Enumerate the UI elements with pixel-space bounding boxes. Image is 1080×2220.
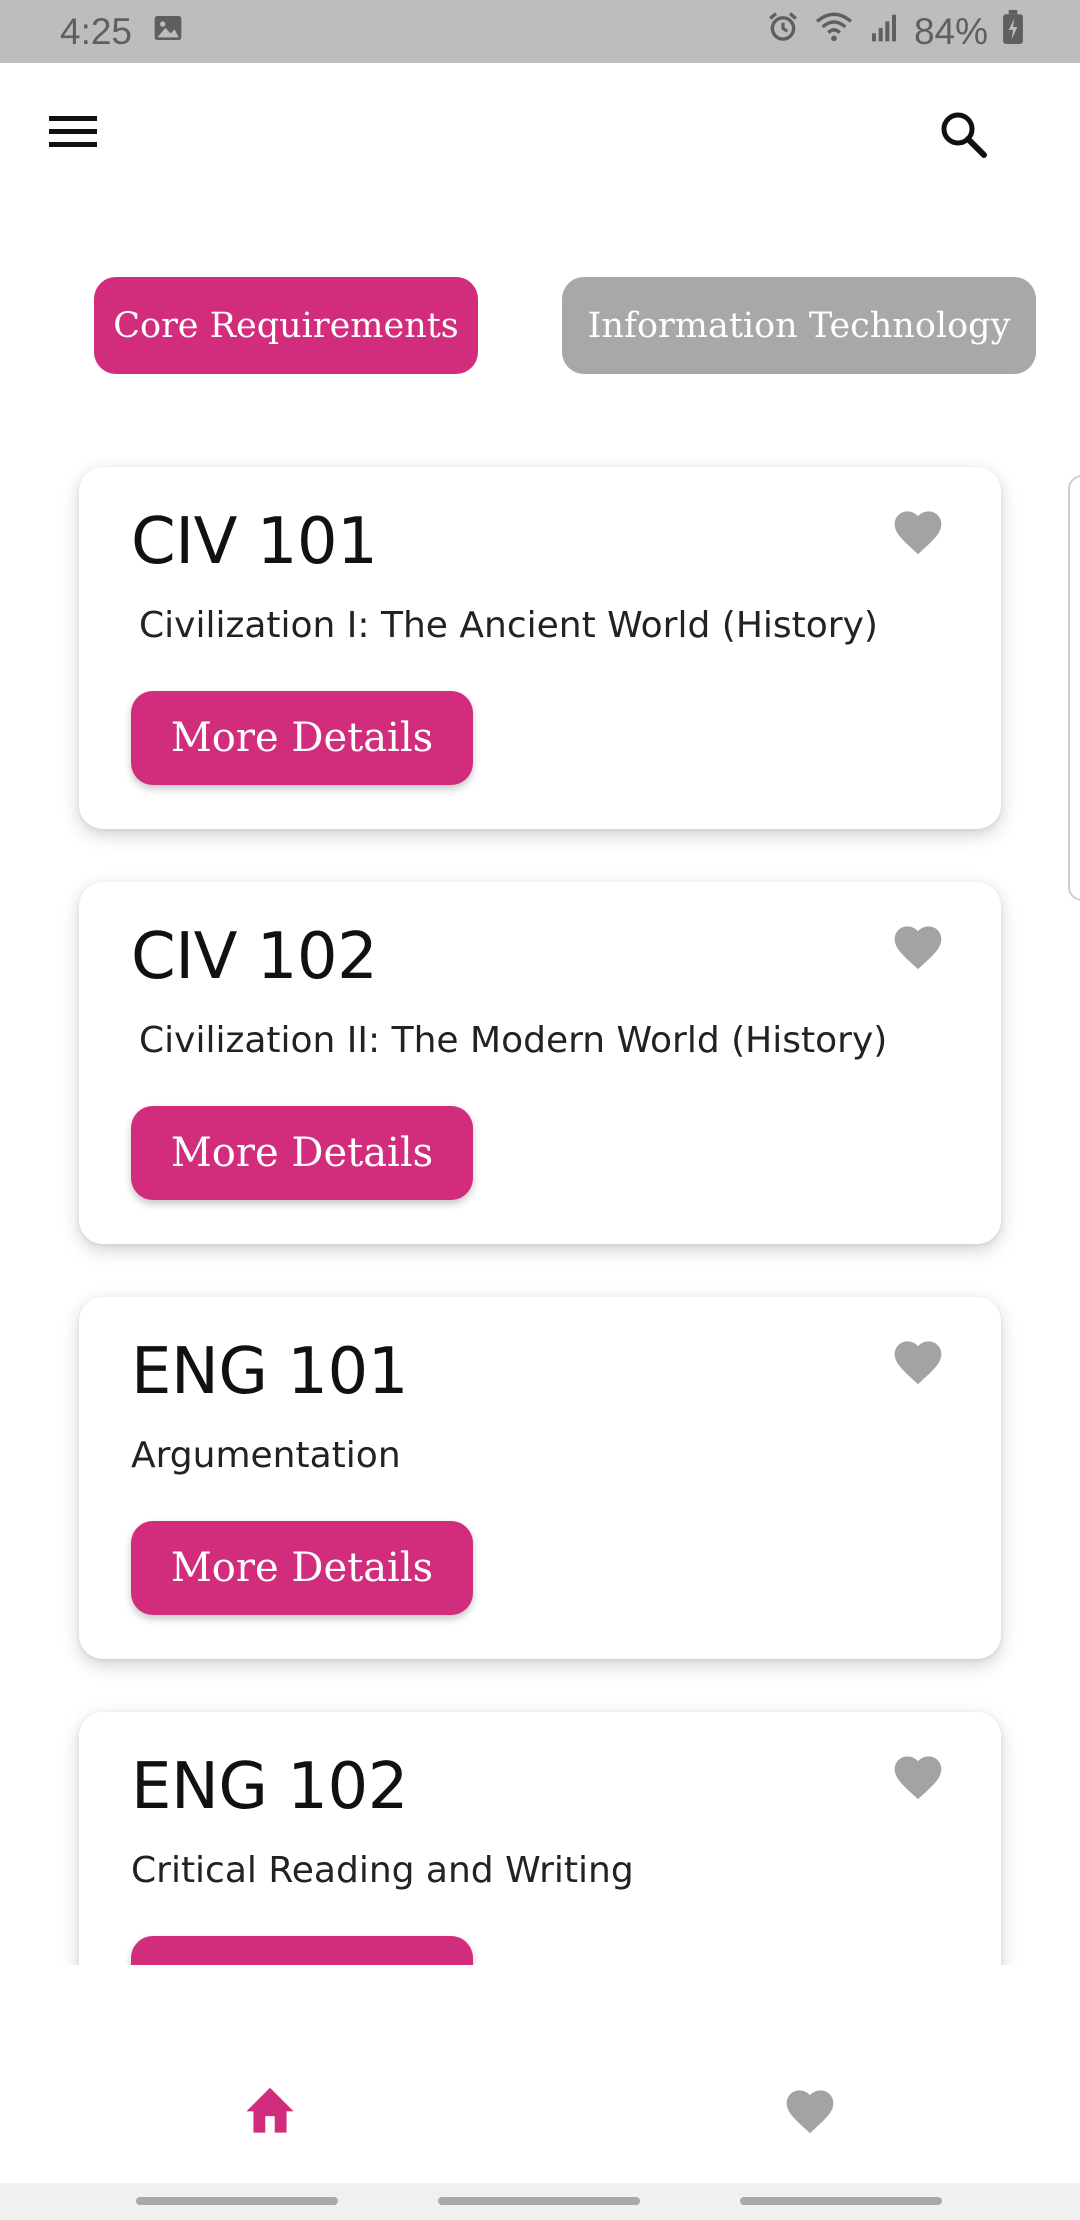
status-bar: 4:25 84% xyxy=(0,0,1080,63)
edge-panel-handle[interactable] xyxy=(1068,475,1080,901)
course-card: ENG 101 Argumentation More Details xyxy=(79,1297,1001,1659)
favorite-button[interactable] xyxy=(883,497,953,567)
filter-chip-core-requirements[interactable]: Core Requirements xyxy=(94,277,478,374)
course-code: CIV 102 xyxy=(131,920,378,994)
heart-icon xyxy=(890,1749,946,1806)
search-button[interactable] xyxy=(928,101,998,171)
course-code: ENG 101 xyxy=(131,1335,408,1409)
recents-gesture-handle[interactable] xyxy=(136,2197,338,2205)
heart-icon xyxy=(890,1334,946,1391)
more-details-button[interactable]: More Details xyxy=(131,691,473,785)
status-time: 4:25 xyxy=(60,10,133,52)
alarm-icon xyxy=(766,10,800,53)
nav-favorites-button[interactable] xyxy=(770,2071,850,2151)
search-icon xyxy=(938,109,988,164)
course-card: ENG 102 Critical Reading and Writing Mor… xyxy=(79,1712,1001,1965)
heart-icon xyxy=(890,919,946,976)
course-title: Critical Reading and Writing xyxy=(131,1850,634,1891)
status-left: 4:25 xyxy=(60,11,184,53)
course-card: CIV 102 Civilization II: The Modern Worl… xyxy=(79,882,1001,1244)
wifi-icon xyxy=(814,10,854,53)
app-bar xyxy=(0,63,1080,209)
image-icon xyxy=(152,11,184,53)
home-gesture-handle[interactable] xyxy=(438,2197,640,2205)
battery-percent: 84% xyxy=(913,10,988,52)
course-title: Civilization II: The Modern World (Histo… xyxy=(139,1020,888,1061)
course-card: CIV 101 Civilization I: The Ancient Worl… xyxy=(79,467,1001,829)
favorite-button[interactable] xyxy=(883,1327,953,1397)
bottom-nav xyxy=(0,1965,1080,2183)
filter-chip-information-technology[interactable]: Information Technology xyxy=(562,277,1036,374)
course-title: Civilization I: The Ancient World (Histo… xyxy=(139,605,878,646)
favorite-button[interactable] xyxy=(883,1742,953,1812)
home-icon xyxy=(241,2083,299,2140)
course-code: ENG 102 xyxy=(131,1750,408,1824)
favorite-button[interactable] xyxy=(883,912,953,982)
course-list[interactable]: CIV 101 Civilization I: The Ancient Worl… xyxy=(0,430,1080,1965)
course-title: Argumentation xyxy=(131,1435,401,1476)
signal-icon xyxy=(868,11,900,53)
course-code: CIV 101 xyxy=(131,505,378,579)
status-right: 84% xyxy=(766,10,1024,53)
more-details-button[interactable]: More Details xyxy=(131,1106,473,1200)
menu-icon xyxy=(47,112,99,157)
more-details-button[interactable]: More Details xyxy=(131,1521,473,1615)
heart-icon xyxy=(782,2083,838,2140)
battery-charging-icon xyxy=(1002,10,1024,53)
back-gesture-handle[interactable] xyxy=(740,2197,942,2205)
heart-icon xyxy=(890,504,946,561)
nav-home-button[interactable] xyxy=(230,2071,310,2151)
menu-button[interactable] xyxy=(40,101,106,167)
system-navigation-bar xyxy=(0,2183,1080,2220)
more-details-button[interactable]: More Details xyxy=(131,1936,473,1965)
